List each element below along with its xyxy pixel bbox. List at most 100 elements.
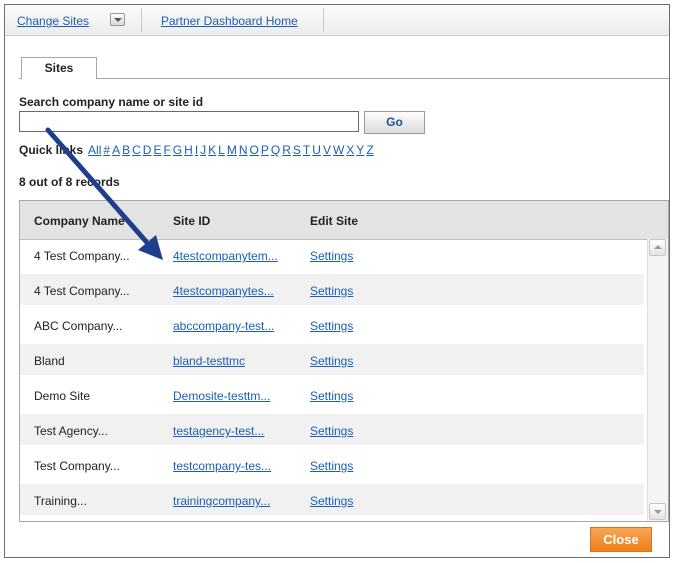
toolbar-divider [141,8,142,32]
close-button[interactable]: Close [590,527,652,552]
chevron-down-icon[interactable] [110,13,125,26]
table-row: Demo Site Demosite-testtm... Settings [20,379,644,410]
quick-link-r[interactable]: R [282,143,291,157]
quick-link-g[interactable]: G [173,143,182,157]
site-id-cell: trainingcompany... [173,494,270,508]
top-toolbar: Change Sites Partner Dashboard Home [5,5,669,36]
quick-link-h[interactable]: H [184,143,193,157]
quick-link-q[interactable]: Q [271,143,280,157]
edit-site-cell: Settings [310,459,353,473]
settings-link[interactable]: Settings [310,459,353,473]
quick-link-z[interactable]: Z [366,143,373,157]
site-id-cell: testcompany-tes... [173,459,271,473]
settings-link[interactable]: Settings [310,284,353,298]
quick-links-label: Quick links [19,143,84,157]
table-row: Test Agency... testagency-test... Settings [20,414,644,445]
quick-link-a[interactable]: A [112,143,120,157]
quick-link-all[interactable]: All [88,143,101,157]
table-row: 4 Test Company... 4testcompanytes... Setti… [20,274,644,305]
site-id-link[interactable]: abccompany-test... [173,319,274,333]
tab-sites[interactable]: Sites [21,57,97,79]
table-header: Company Name Site ID Edit Site [20,201,668,240]
site-id-cell: testagency-test... [173,424,264,438]
edit-site-cell: Settings [310,319,353,333]
settings-link[interactable]: Settings [310,494,353,508]
quick-link-l[interactable]: L [218,143,225,157]
column-header-edit-site: Edit Site [310,214,359,228]
edit-site-cell: Settings [310,389,353,403]
site-id-link[interactable]: testcompany-tes... [173,459,271,473]
company-name-cell: Training... [34,494,87,508]
site-id-cell: abccompany-test... [173,319,274,333]
column-header-site-id: Site ID [173,214,211,228]
quick-link-m[interactable]: M [227,143,237,157]
search-label: Search company name or site id [19,95,204,109]
table-row: 4 Test Company... 4testcompanytem... Setti… [20,239,644,270]
edit-site-cell: Settings [310,494,353,508]
settings-link[interactable]: Settings [310,319,353,333]
quick-link-k[interactable]: K [208,143,216,157]
company-name-cell: Bland [34,354,65,368]
edit-site-cell: Settings [310,284,353,298]
chevron-up-icon [654,245,662,249]
quick-link-t[interactable]: T [303,143,310,157]
quick-link-f[interactable]: F [163,143,170,157]
quick-link-b[interactable]: B [122,143,130,157]
company-name-cell: Test Company... [34,459,120,473]
settings-link[interactable]: Settings [310,389,353,403]
site-id-cell: Demosite-testtm... [173,389,270,403]
scroll-down-button[interactable] [649,503,666,520]
company-name-cell: Demo Site [34,389,91,403]
site-id-link[interactable]: Demosite-testtm... [173,389,270,403]
site-id-link[interactable]: bland-testtmc [173,354,245,368]
quick-link-x[interactable]: X [346,143,354,157]
quick-link-d[interactable]: D [143,143,152,157]
scroll-up-button[interactable] [649,239,666,256]
quick-link-e[interactable]: E [153,143,161,157]
edit-site-cell: Settings [310,424,353,438]
quick-link-v[interactable]: V [323,143,331,157]
quick-link-o[interactable]: O [250,143,259,157]
site-id-link[interactable]: 4testcompanytem... [173,249,278,263]
chevron-down-icon [654,510,662,514]
quick-link-c[interactable]: C [132,143,141,157]
edit-site-cell: Settings [310,249,353,263]
quick-link-y[interactable]: Y [356,143,364,157]
quick-link-u[interactable]: U [312,143,321,157]
sites-table: Company Name Site ID Edit Site 4 Test Co… [19,200,669,522]
quick-link-hash[interactable]: # [103,143,110,157]
dialog-frame: Change Sites Partner Dashboard Home Site… [4,4,670,558]
company-name-cell: 4 Test Company... [34,249,130,263]
table-row: Training... trainingcompany... Settings [20,484,644,515]
site-id-cell: bland-testtmc [173,354,245,368]
site-id-link[interactable]: testagency-test... [173,424,264,438]
settings-link[interactable]: Settings [310,354,353,368]
change-sites-link[interactable]: Change Sites [17,14,89,28]
settings-link[interactable]: Settings [310,424,353,438]
site-id-link[interactable]: trainingcompany... [173,494,270,508]
company-name-cell: ABC Company... [34,319,123,333]
site-id-cell: 4testcompanytes... [173,284,274,298]
quick-links: Quick links All # A B C D E F G H I J K L M N O P Q R S T U V W X Y… [19,143,374,157]
quick-link-i[interactable]: I [195,143,198,157]
quick-link-s[interactable]: S [293,143,301,157]
partner-dashboard-home-link[interactable]: Partner Dashboard Home [161,14,298,28]
quick-link-p[interactable]: P [261,143,269,157]
edit-site-cell: Settings [310,354,353,368]
company-name-cell: Test Agency... [34,424,108,438]
company-name-cell: 4 Test Company... [34,284,130,298]
site-id-link[interactable]: 4testcompanytes... [173,284,274,298]
quick-link-n[interactable]: N [239,143,248,157]
tab-strip-line [19,78,669,79]
column-header-company: Company Name [34,214,125,228]
vertical-scrollbar[interactable] [647,239,668,521]
table-row: Test Company... testcompany-tes... Setting… [20,449,644,480]
go-button[interactable]: Go [364,111,425,134]
table-row: ABC Company... abccompany-test... Settings [20,309,644,340]
toolbar-divider [323,8,324,32]
settings-link[interactable]: Settings [310,249,353,263]
quick-link-w[interactable]: W [333,143,344,157]
search-input[interactable] [19,111,359,132]
quick-link-j[interactable]: J [200,143,206,157]
site-id-cell: 4testcompanytem... [173,249,278,263]
